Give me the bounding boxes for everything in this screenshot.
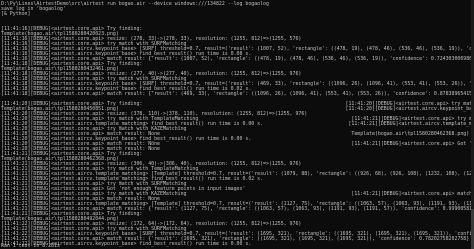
- console-line: Ran 1 test in 8.281s: [1, 243, 60, 249]
- console-line: [& Python]: [1, 11, 31, 17]
- console-line: [11:41:18][DEBUG]<airtest.core.api> matc…: [1, 91, 473, 97]
- console-window[interactable]: D:\Py\Lines\AirtestDemo\src\airtest run …: [0, 0, 474, 249]
